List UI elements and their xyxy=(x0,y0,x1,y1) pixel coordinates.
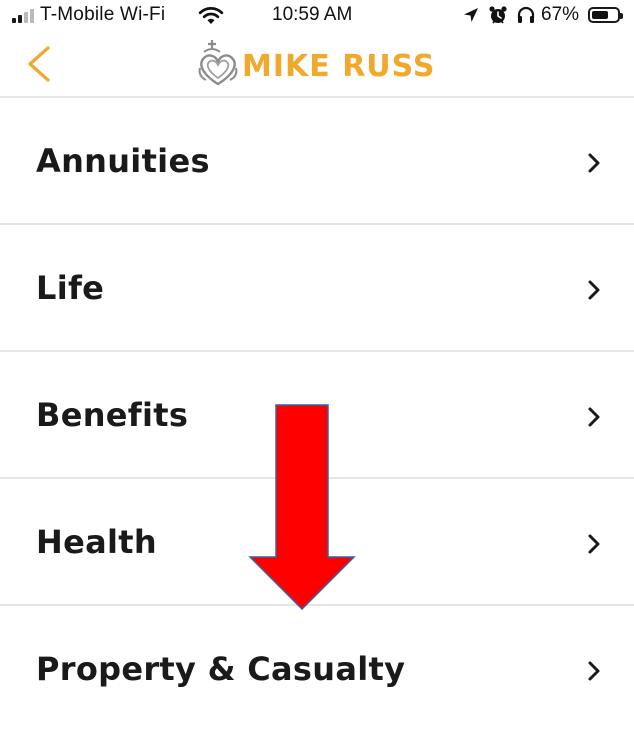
menu-item-label: Health xyxy=(36,523,157,561)
chevron-left-icon xyxy=(22,46,60,88)
alarm-clock-icon xyxy=(488,5,508,29)
menu-item-label: Property & Casualty xyxy=(36,650,406,688)
battery-fill xyxy=(592,11,608,19)
chevron-right-icon xyxy=(586,406,602,432)
wifi-icon xyxy=(198,6,224,30)
red-down-arrow-annotation xyxy=(248,404,356,614)
carrier-label: T-Mobile Wi-Fi xyxy=(40,4,166,25)
menu-item-label: Annuities xyxy=(36,142,210,180)
chevron-right-icon xyxy=(586,152,602,178)
battery-icon xyxy=(588,7,623,23)
status-bar: T-Mobile Wi-Fi 10:59 AM 67% xyxy=(0,0,634,32)
headphones-icon xyxy=(516,6,536,28)
cellular-signal-icon xyxy=(12,9,34,23)
chevron-right-icon xyxy=(586,660,602,686)
menu-item-annuities[interactable]: Annuities xyxy=(0,98,634,225)
navigation-bar: MIKE RUSS xyxy=(0,32,634,98)
status-icons-group xyxy=(462,5,536,29)
menu-item-property-casualty[interactable]: Property & Casualty xyxy=(0,606,634,731)
battery-percentage: 67% xyxy=(541,4,580,25)
chevron-right-icon xyxy=(586,279,602,305)
menu-item-label: Benefits xyxy=(36,396,189,434)
clock-time: 10:59 AM xyxy=(272,4,353,25)
app-screen: T-Mobile Wi-Fi 10:59 AM 67% MIKE RUSS An… xyxy=(0,0,634,731)
location-arrow-icon xyxy=(462,6,480,28)
menu-item-life[interactable]: Life xyxy=(0,225,634,352)
menu-item-label: Life xyxy=(36,269,105,307)
crowned-heart-logo-icon xyxy=(196,38,240,94)
back-button[interactable] xyxy=(22,44,60,84)
chevron-right-icon xyxy=(586,533,602,559)
brand-logo: MIKE RUSS xyxy=(196,38,436,94)
logo-wordmark: MIKE RUSS xyxy=(242,48,436,84)
